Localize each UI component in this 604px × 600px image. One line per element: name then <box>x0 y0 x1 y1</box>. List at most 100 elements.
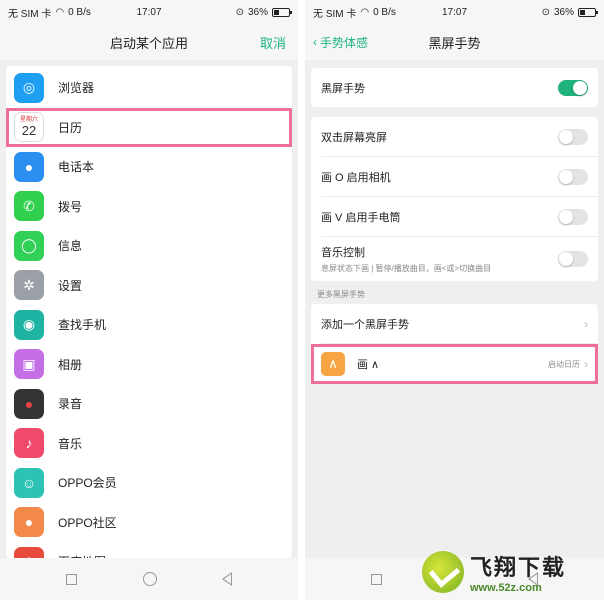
gesture-option-row[interactable]: 画 V 启用手电筒 <box>311 197 598 236</box>
network-speed: 0 B/s <box>373 6 396 18</box>
gesture-option-label: 双击屏幕亮屏 <box>321 131 387 144</box>
app-row[interactable]: ● 电话本 <box>6 147 292 187</box>
clock: 17:07 <box>136 6 162 18</box>
gesture-option-label: 画 V 启用手电筒 <box>321 211 401 224</box>
wifi-icon: ◠ <box>360 6 370 18</box>
app-row[interactable]: ◉ 查找手机 <box>6 305 292 345</box>
recents-button[interactable] <box>371 573 382 585</box>
app-row[interactable]: ♪ 音乐 <box>6 424 292 464</box>
gesture-option-row[interactable]: 双击屏幕亮屏 <box>311 117 598 156</box>
gesture-option-switch[interactable] <box>558 128 588 145</box>
app-label: 拨号 <box>58 199 83 214</box>
calendar-icon: 星期六 22 <box>14 112 44 143</box>
app-label: 电话本 <box>58 160 95 175</box>
recents-button[interactable] <box>65 573 77 585</box>
back-label: 手势体感 <box>320 35 369 50</box>
battery-percent: 36% <box>247 6 268 18</box>
battery-percent: 36% <box>553 6 574 18</box>
network-speed: 0 B/s <box>68 6 91 18</box>
more-gestures-card: 添加一个黑屏手势 › ∧ 画 ∧ 启动日历 › <box>311 304 598 384</box>
app-row[interactable]: 星期六 22 日历 <box>6 107 292 147</box>
custom-gesture-row[interactable]: ∧ 画 ∧ 启动日历 › <box>311 344 598 384</box>
status-bar: 无 SIM 卡 ◠ 0 B/s 17:07 ⊙ 36% <box>305 0 604 24</box>
status-bar: 无 SIM 卡 ◠ 0 B/s 17:07 ⊙ 36% <box>0 0 298 24</box>
watermark: 飞翔下载 www.52z.com <box>422 548 598 596</box>
chevron-right-icon: › <box>584 316 588 331</box>
app-row[interactable]: ● OPPO社区 <box>6 503 292 543</box>
app-row[interactable]: ● 录音 <box>6 384 292 424</box>
back-button[interactable] <box>222 572 233 586</box>
title-bar: ‹ 手势体感 黑屏手势 <box>305 24 604 60</box>
gesture-option-switch[interactable] <box>558 168 588 185</box>
gesture-option-switch[interactable] <box>558 208 588 225</box>
app-row[interactable]: ✲ 设置 <box>6 266 292 306</box>
music-icon: ♪ <box>14 428 44 459</box>
app-label: 信息 <box>58 239 83 254</box>
app-row[interactable]: ▣ 相册 <box>6 345 292 385</box>
master-toggle-card: 黑屏手势 <box>311 68 598 107</box>
gesture-option-row[interactable]: 音乐控制 息屏状态下画 | 暂停/播放曲目，画<或>切换曲目 <box>311 237 598 281</box>
app-label: OPPO社区 <box>58 515 117 530</box>
settings-icon: ✲ <box>14 270 44 301</box>
cancel-button[interactable]: 取消 <box>260 33 286 52</box>
carrier-label: 无 SIM 卡 <box>8 8 52 20</box>
app-label: 录音 <box>58 397 83 412</box>
master-toggle-label: 黑屏手势 <box>321 82 365 95</box>
wifi-icon: ◠ <box>55 6 65 18</box>
phone-icon: ✆ <box>14 191 44 222</box>
nav-bar <box>0 558 298 600</box>
app-label: 设置 <box>58 278 83 293</box>
custom-gesture-action: 启动日历 <box>548 359 580 369</box>
app-row[interactable]: ◆百度地图 <box>6 542 292 558</box>
clock: 17:07 <box>441 6 468 18</box>
chevron-right-icon: › <box>584 357 588 371</box>
watermark-logo-icon <box>422 551 464 593</box>
chevron-left-icon: ‹ <box>313 35 317 49</box>
orientation-lock-icon: ⊙ <box>235 6 244 18</box>
watermark-title: 飞翔下载 <box>470 555 567 580</box>
app-label: 查找手机 <box>58 318 107 333</box>
app-picker-screen: 无 SIM 卡 ◠ 0 B/s 17:07 ⊙ 36% 启动某个应用 取消 ◎ 浏… <box>0 0 298 600</box>
app-label: 日历 <box>58 120 83 135</box>
battery-icon <box>578 7 598 17</box>
app-label: 音乐 <box>58 436 83 451</box>
app-row[interactable]: ◯ 信息 <box>6 226 292 266</box>
section-label: 更多黑屏手势 <box>317 290 365 299</box>
gesture-options-card: 双击屏幕亮屏画 O 启用相机画 V 启用手电筒音乐控制 息屏状态下画 | 暂停/播… <box>311 117 598 281</box>
calendar-day: 22 <box>21 122 37 138</box>
add-gesture-row[interactable]: 添加一个黑屏手势 › <box>311 304 598 343</box>
baidu-map-icon: ◆ <box>14 546 44 558</box>
back-link[interactable]: ‹ 手势体感 <box>313 34 368 51</box>
contacts-icon: ● <box>14 151 44 182</box>
app-row[interactable]: ☺ OPPO会员 <box>6 463 292 503</box>
master-toggle-row[interactable]: 黑屏手势 <box>311 68 598 107</box>
add-gesture-label: 添加一个黑屏手势 <box>321 318 409 331</box>
home-button[interactable] <box>142 572 157 586</box>
app-row[interactable]: ✆ 拨号 <box>6 187 292 227</box>
gesture-option-row[interactable]: 画 O 启用相机 <box>311 157 598 196</box>
gesture-caret-icon: ∧ <box>321 352 345 376</box>
stage: 无 SIM 卡 ◠ 0 B/s 17:07 ⊙ 36% 启动某个应用 取消 ◎ 浏… <box>0 0 604 600</box>
find-phone-icon: ◉ <box>14 309 44 340</box>
page-title: 黑屏手势 <box>428 35 481 51</box>
gesture-option-switch[interactable] <box>558 251 588 267</box>
browser-icon: ◎ <box>14 72 44 103</box>
gallery-icon: ▣ <box>14 349 44 380</box>
app-label: OPPO会员 <box>58 476 117 491</box>
battery-icon <box>272 7 292 17</box>
messages-icon: ◯ <box>14 230 44 261</box>
gesture-option-label: 音乐控制 <box>321 247 365 259</box>
oppo-community-icon: ● <box>14 507 44 538</box>
app-list: ◎ 浏览器 星期六 22 日历 ● 电话本 ✆ 拨号 ◯ 信息 ✲ 设置 ◉ 查找手机 ▣ 相册 ● 录音 ♪ 音乐 ☺ O… <box>6 66 292 558</box>
app-row[interactable]: ◎ 浏览器 <box>6 68 292 108</box>
master-toggle-switch[interactable] <box>558 79 588 96</box>
title-bar: 启动某个应用 取消 <box>0 24 298 60</box>
gesture-option-label: 画 O 启用相机 <box>321 171 391 184</box>
app-label: 浏览器 <box>58 81 95 96</box>
carrier-label: 无 SIM 卡 <box>313 8 357 20</box>
oppo-member-icon: ☺ <box>14 467 44 498</box>
gesture-settings-screen: 无 SIM 卡 ◠ 0 B/s 17:07 ⊙ 36% ‹ 手势体感 黑屏手势 … <box>305 0 604 600</box>
app-label: 相册 <box>58 357 83 372</box>
recorder-icon: ● <box>14 388 44 419</box>
watermark-url: www.52z.com <box>470 582 542 594</box>
